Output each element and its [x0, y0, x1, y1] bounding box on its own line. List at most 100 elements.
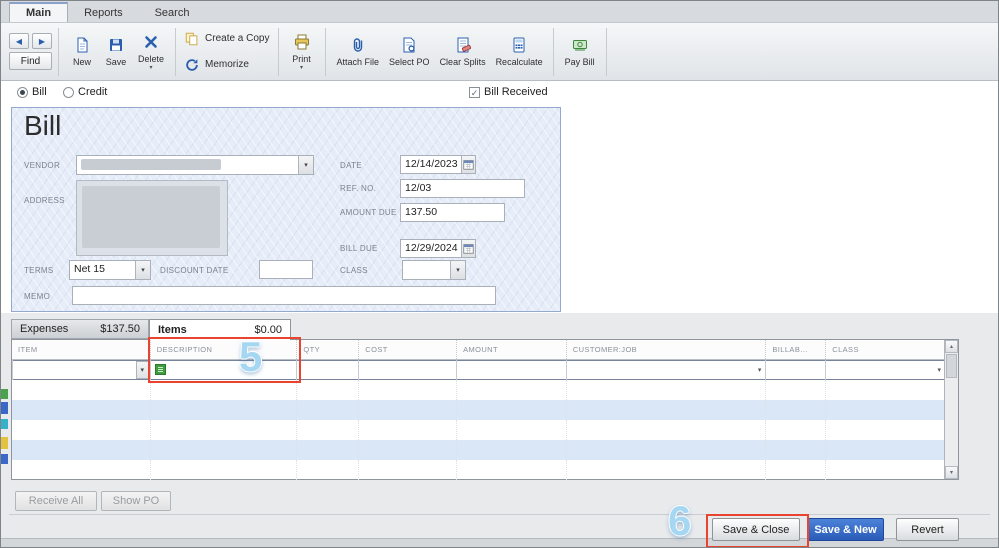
address-field[interactable] — [76, 180, 228, 256]
bill-radio[interactable]: Bill — [17, 86, 47, 98]
column-header-amount[interactable]: AMOUNT — [456, 340, 566, 359]
date-label: DATE — [340, 161, 362, 170]
forward-button[interactable]: ▶ — [32, 33, 52, 49]
discount-date-field[interactable] — [259, 260, 313, 279]
column-header-class[interactable]: CLASS — [825, 340, 945, 359]
delete-button[interactable]: Delete ▾ — [133, 30, 169, 73]
back-button[interactable]: ◀ — [9, 33, 29, 49]
memorize-button[interactable]: Memorize — [184, 55, 269, 75]
save-button[interactable]: Save — [99, 33, 133, 69]
terms-label: TERMS — [24, 266, 54, 275]
ref-no-field[interactable]: 12/03 — [400, 179, 525, 198]
save-new-button[interactable]: Save & New — [807, 518, 884, 541]
tab-search[interactable]: Search — [139, 4, 206, 22]
amount-due-field[interactable]: 137.50 — [400, 203, 505, 222]
billable-cell[interactable] — [765, 360, 825, 380]
receive-all-button[interactable]: Receive All — [15, 491, 97, 511]
class-dropdown[interactable]: ▾ — [402, 260, 466, 280]
memo-label: MEMO — [24, 292, 51, 301]
desktop-artifact — [1, 389, 8, 399]
save-close-button[interactable]: Save & Close — [712, 518, 800, 541]
bill-received-checkbox[interactable]: ✓ Bill Received — [469, 86, 548, 98]
copy-memorize-group: Create a Copy Memorize — [182, 29, 271, 75]
scroll-up-icon[interactable]: ▴ — [945, 340, 958, 353]
column-header-cost[interactable]: COST — [358, 340, 456, 359]
column-header-billable[interactable]: BILLAB... — [765, 340, 825, 359]
find-button[interactable]: Find — [9, 52, 52, 70]
pay-bill-button[interactable]: Pay Bill — [560, 33, 600, 69]
clear-splits-icon — [454, 35, 472, 55]
calendar-icon[interactable] — [461, 239, 476, 258]
desktop-artifact — [1, 402, 8, 414]
ref-no-label: REF. NO. — [340, 184, 377, 193]
table-row[interactable] — [12, 400, 945, 420]
table-row[interactable] — [12, 460, 945, 480]
chevron-down-icon: ▾ — [298, 156, 313, 174]
vendor-dropdown[interactable]: ▾ — [76, 155, 314, 175]
memo-field[interactable] — [72, 286, 496, 305]
vendor-label: VENDOR — [24, 161, 61, 170]
class-cell[interactable]: ▾ — [825, 360, 945, 380]
toolbar-separator — [277, 27, 279, 76]
copy-icon — [184, 29, 200, 49]
delete-x-icon — [142, 32, 160, 52]
select-po-icon — [400, 35, 418, 55]
address-label: ADDRESS — [24, 196, 65, 205]
create-copy-button[interactable]: Create a Copy — [184, 29, 270, 49]
tab-main[interactable]: Main — [9, 2, 69, 22]
footer-divider — [9, 514, 990, 515]
column-header-qty[interactable]: QTY — [296, 340, 358, 359]
calendar-icon[interactable] — [461, 155, 476, 174]
chevron-down-icon: ▾ — [149, 65, 153, 72]
scrollbar-thumb[interactable] — [946, 354, 957, 378]
column-header-item[interactable]: ITEM — [12, 340, 150, 359]
column-header-customer-job[interactable]: CUSTOMER:JOB — [565, 340, 766, 359]
chevron-down-icon[interactable]: ▾ — [758, 366, 762, 374]
radio-unselected-icon — [63, 86, 74, 98]
recalculate-button[interactable]: Recalculate — [491, 33, 547, 69]
table-row[interactable] — [12, 420, 945, 440]
date-field[interactable]: 12/14/2023 — [400, 155, 462, 174]
chevron-down-icon[interactable]: ▾ — [135, 361, 149, 379]
desktop-artifact — [1, 437, 8, 449]
new-button[interactable]: New — [65, 33, 99, 69]
chevron-down-icon: ▾ — [450, 261, 465, 279]
class-label: CLASS — [340, 266, 368, 275]
redacted-vendor-value — [81, 159, 221, 170]
clear-splits-button[interactable]: Clear Splits — [435, 33, 491, 69]
terms-dropdown[interactable]: Net 15 ▾ — [69, 260, 151, 280]
tab-items[interactable]: Items $0.00 — [149, 319, 291, 340]
column-header-description[interactable]: DESCRIPTION — [149, 340, 297, 359]
toolbar-separator — [552, 27, 554, 76]
forward-arrow-icon: ▶ — [38, 36, 46, 46]
vertical-scrollbar[interactable]: ▴ ▾ — [944, 340, 958, 479]
table-row[interactable] — [12, 440, 945, 460]
find-group: ◀ ▶ Find — [9, 33, 52, 70]
show-po-button[interactable]: Show PO — [101, 491, 171, 511]
table-row-active[interactable]: ▾ ▾ ▾ — [12, 360, 945, 380]
select-po-button[interactable]: Select PO — [384, 33, 435, 69]
checkmark-icon: ✓ — [469, 86, 480, 98]
chevron-down-icon[interactable]: ▾ — [938, 366, 942, 374]
attach-file-button[interactable]: Attach File — [332, 33, 385, 69]
description-cell[interactable] — [149, 360, 297, 380]
items-table: ITEM DESCRIPTION QTY COST AMOUNT CUSTOME… — [11, 339, 959, 480]
bill-form-title: Bill — [24, 110, 62, 141]
credit-radio[interactable]: Credit — [63, 86, 107, 98]
chevron-down-icon: ▾ — [299, 65, 303, 72]
customer-job-cell[interactable]: ▾ — [565, 360, 766, 380]
bill-content-area: Bill Credit ✓ Bill Received Bill VENDOR … — [1, 81, 998, 547]
scroll-down-icon[interactable]: ▾ — [945, 466, 958, 479]
chevron-down-icon: ▾ — [135, 261, 150, 279]
table-row[interactable] — [12, 380, 945, 400]
table-header-row: ITEM DESCRIPTION QTY COST AMOUNT CUSTOME… — [12, 340, 945, 360]
amount-cell[interactable] — [456, 360, 566, 380]
tab-expenses[interactable]: Expenses $137.50 — [11, 319, 149, 339]
item-cell[interactable]: ▾ — [12, 360, 150, 380]
print-button[interactable]: Print ▾ — [285, 30, 319, 73]
qty-cell[interactable] — [296, 360, 358, 380]
revert-button[interactable]: Revert — [896, 518, 959, 541]
tab-reports[interactable]: Reports — [68, 4, 139, 22]
bill-due-field[interactable]: 12/29/2024 — [400, 239, 462, 258]
cost-cell[interactable] — [358, 360, 456, 380]
